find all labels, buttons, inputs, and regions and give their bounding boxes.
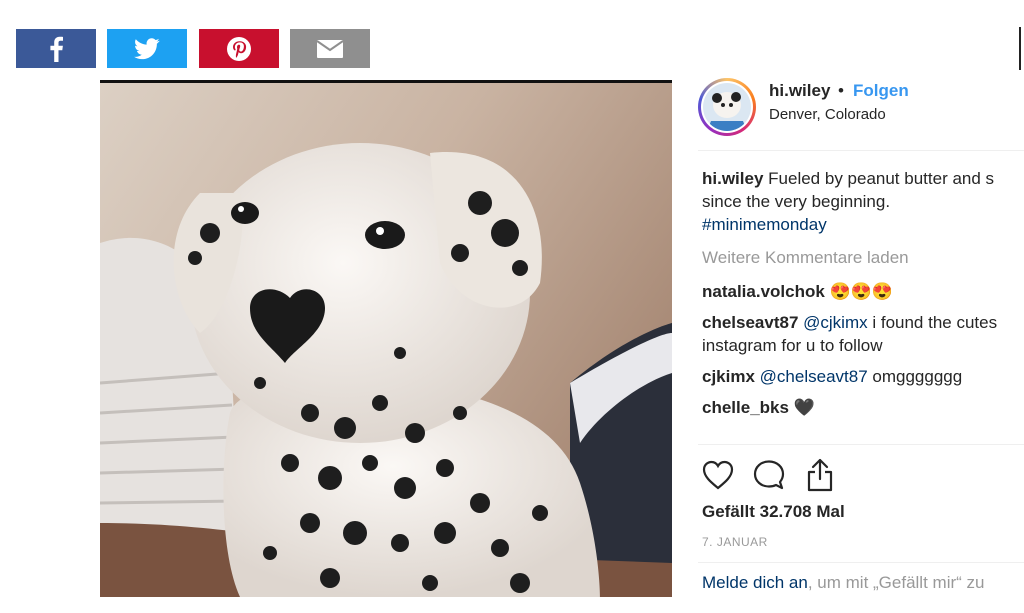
caption-text: Fueled by peanut butter and s — [768, 169, 995, 188]
envelope-icon — [317, 39, 343, 58]
caption-line-1: hi.wiley Fueled by peanut butter and s — [702, 169, 994, 189]
load-more-comments[interactable]: Weitere Kommentare laden — [702, 248, 909, 268]
heart-icon — [702, 460, 734, 490]
facebook-share-button[interactable] — [16, 29, 96, 68]
header-divider — [698, 150, 1024, 151]
comment-item: cjkimx @chelseavt87 omggggggg — [702, 367, 962, 387]
post-username[interactable]: hi.wiley — [769, 81, 830, 101]
likes-count[interactable]: Gefällt 32.708 Mal — [702, 502, 845, 522]
follow-button[interactable]: Folgen — [853, 81, 909, 101]
comment-item: chelle_bks 🖤 — [702, 398, 815, 418]
comment-text: 🖤 — [793, 398, 815, 417]
login-prompt: Melde dich an, um mit „Gefällt mir“ zu — [702, 573, 984, 593]
email-share-button[interactable] — [290, 29, 370, 68]
profile-avatar[interactable] — [698, 78, 756, 136]
post-location[interactable]: Denver, Colorado — [769, 106, 886, 123]
twitter-bird-icon — [134, 37, 160, 59]
twitter-share-button[interactable] — [107, 29, 187, 68]
login-prompt-text: , um mit „Gefällt mir“ zu — [807, 573, 985, 592]
caption-author[interactable]: hi.wiley — [702, 169, 763, 188]
pinterest-p-icon — [227, 36, 251, 61]
post-date: 7. JANUAR — [702, 535, 768, 549]
separator-dot: • — [838, 81, 844, 100]
comments-divider — [698, 444, 1024, 445]
window-edge — [1019, 27, 1021, 70]
comment-text: i found the cutes — [867, 313, 998, 332]
comment-mention[interactable]: @chelseavt87 — [760, 367, 868, 386]
comment-user[interactable]: natalia.volchok — [702, 282, 825, 301]
comment-item: natalia.volchok 😍😍😍 — [702, 282, 893, 302]
comment-text-continued: instagram for u to follow — [702, 336, 883, 355]
comment-button[interactable] — [753, 459, 785, 496]
comment-item: chelseavt87 @cjkimx i found the cutes — [702, 313, 997, 333]
login-link[interactable]: Melde dich an — [702, 573, 808, 592]
like-button[interactable] — [702, 460, 734, 495]
caption-line-2: since the very beginning. — [702, 192, 891, 211]
footer-divider — [698, 562, 1024, 563]
comment-text: 😍😍😍 — [829, 282, 894, 301]
post-photo[interactable] — [100, 83, 672, 597]
facebook-f-icon — [50, 36, 63, 62]
comment-mention[interactable]: @cjkimx — [803, 313, 867, 332]
pinterest-share-button[interactable] — [199, 29, 279, 68]
comment-user[interactable]: cjkimx — [702, 367, 755, 386]
caption-hashtag[interactable]: #minimemonday — [702, 215, 827, 235]
share-button[interactable] — [806, 458, 834, 497]
comment-user[interactable]: chelle_bks — [702, 398, 789, 417]
comment-text: omggggggg — [867, 367, 963, 386]
share-upload-icon — [807, 458, 833, 492]
speech-bubble-icon — [753, 460, 785, 490]
comment-user[interactable]: chelseavt87 — [702, 313, 798, 332]
